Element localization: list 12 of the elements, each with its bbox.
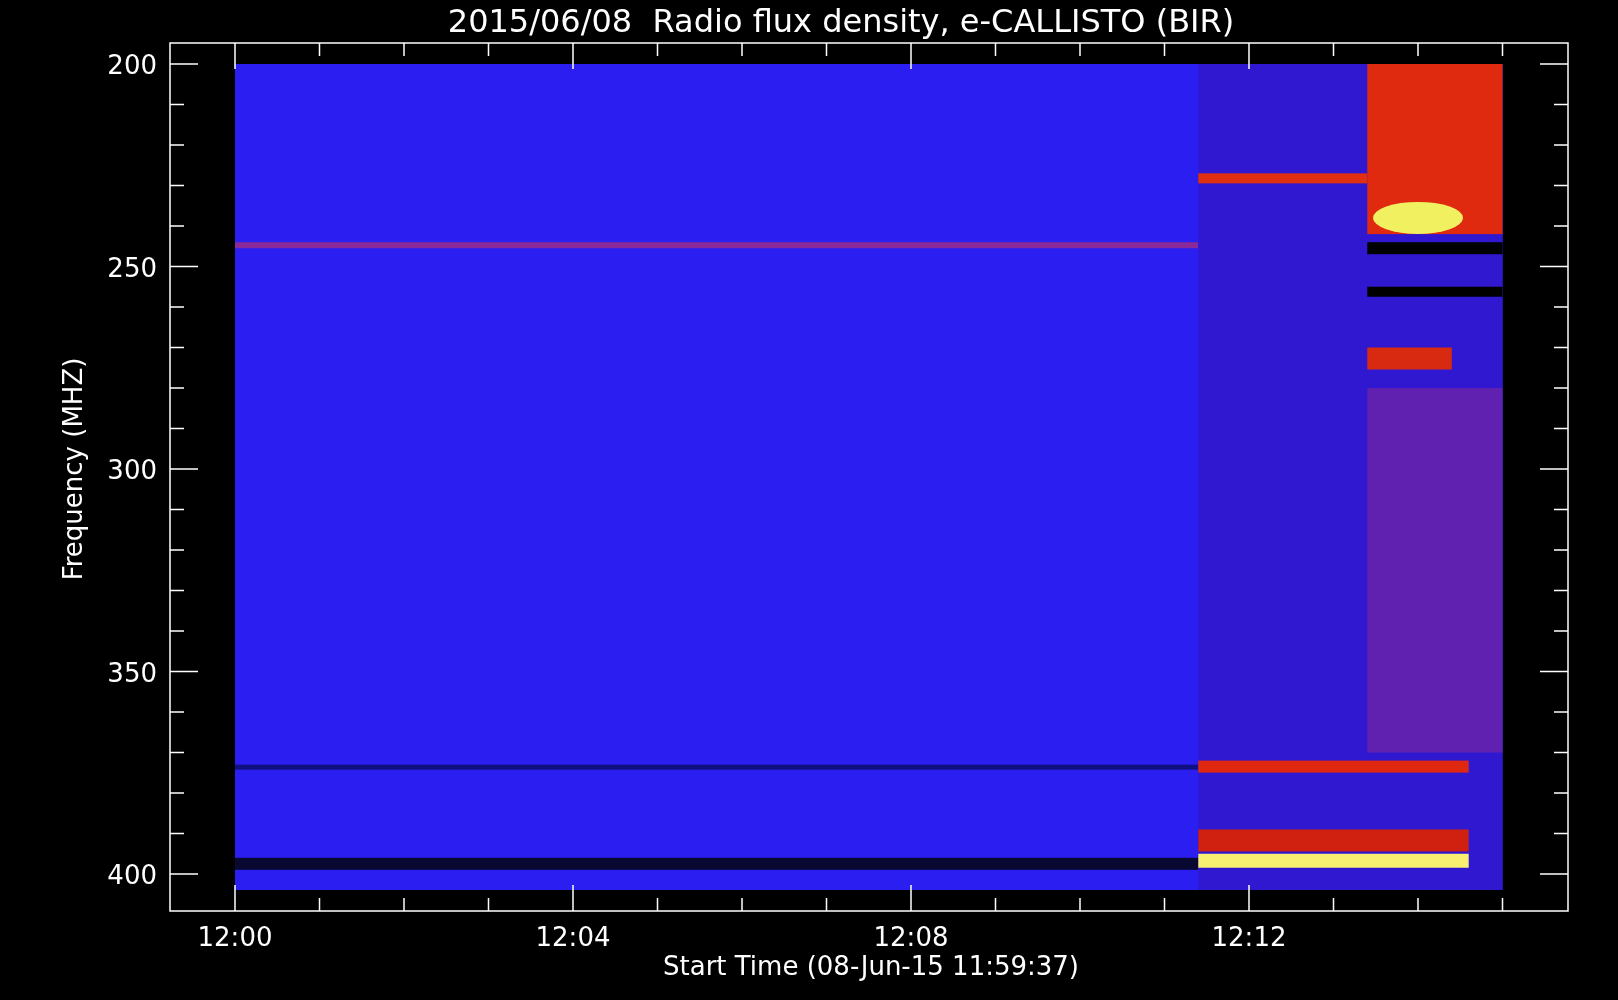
tick-label: 12:00	[197, 922, 273, 952]
axis-label: Frequency (MHZ)	[58, 357, 88, 581]
tick-label: 12:12	[1211, 922, 1287, 952]
plot-title: 2015/06/08 Radio flux density, e-CALLISTO (BIR)	[447, 2, 1235, 40]
tick-label: 350	[107, 657, 157, 688]
tick-label: 12:04	[535, 922, 611, 952]
tick-label: 250	[107, 252, 157, 283]
tick-label: 200	[107, 50, 157, 80]
tick-label: 12:08	[873, 922, 949, 952]
tick-label: 400	[107, 860, 157, 890]
tick-label: 300	[107, 455, 157, 485]
axis-label: Start Time (08-Jun-15 11:59:37)	[663, 951, 1079, 981]
